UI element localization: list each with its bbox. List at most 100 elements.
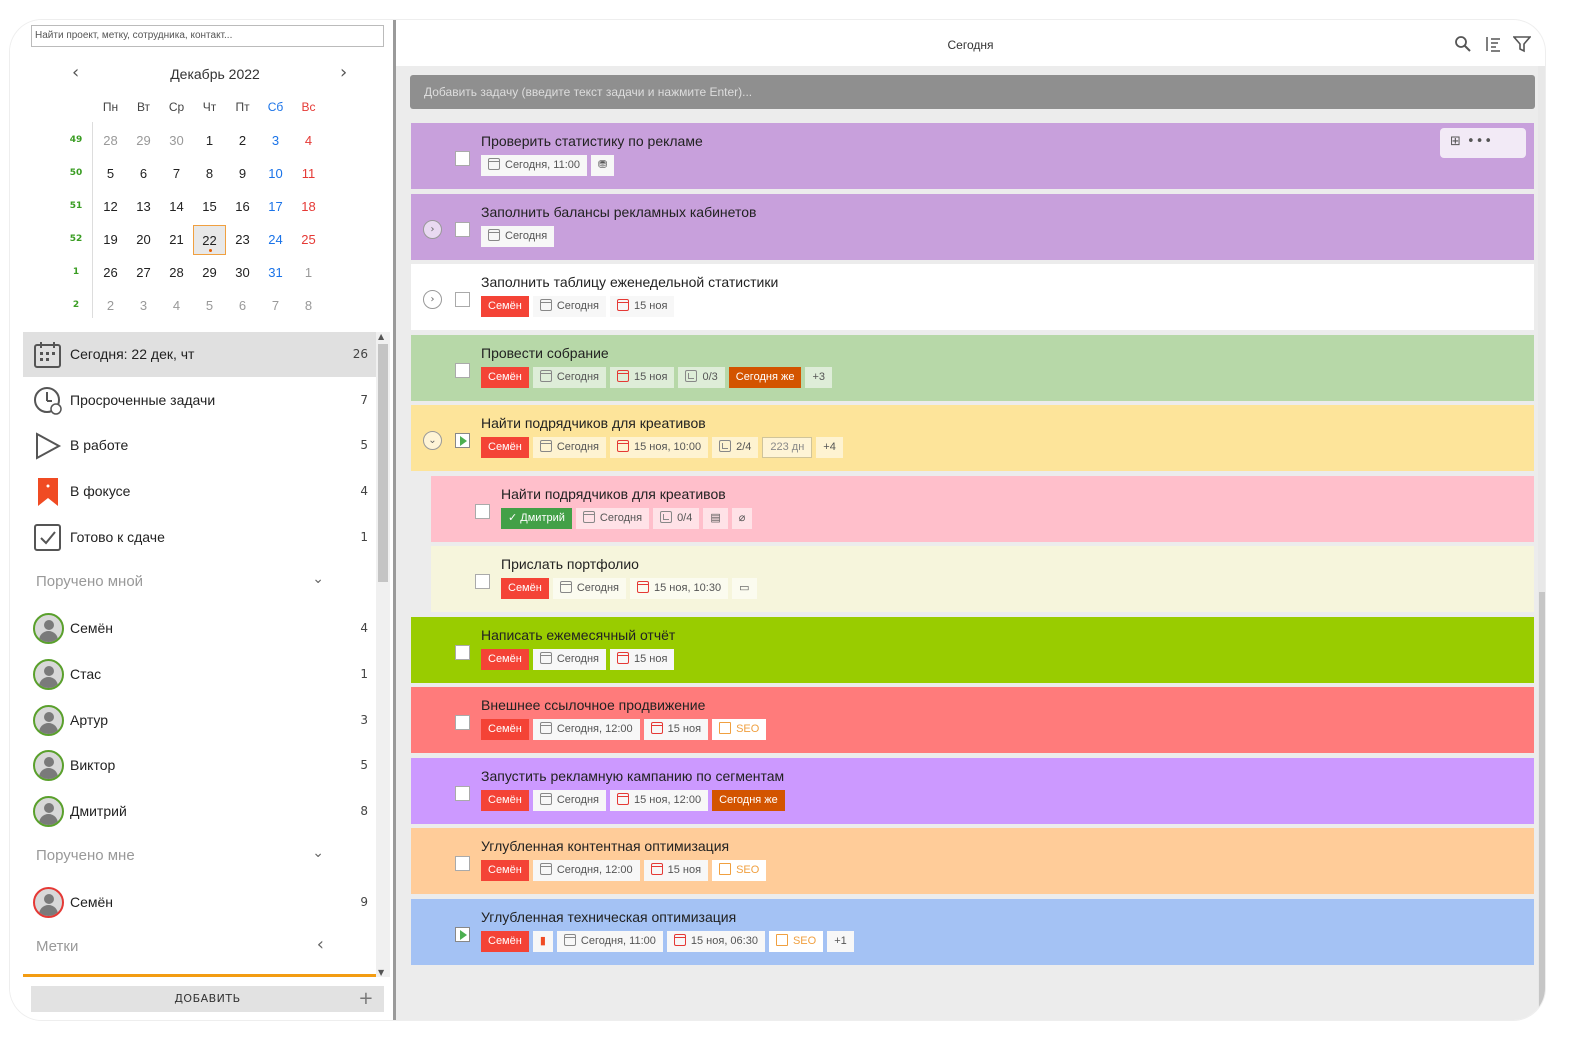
calendar-day[interactable]: 25 [292, 225, 325, 255]
calendar-day[interactable]: 4 [292, 126, 325, 156]
tag-date[interactable]: Сегодня [532, 649, 606, 670]
add-subtask-icon[interactable]: ⊞ [1450, 134, 1462, 149]
calendar-day[interactable]: 1 [193, 126, 226, 156]
calendar-day[interactable]: 26 [94, 258, 127, 288]
calendar-day[interactable]: 8 [193, 159, 226, 189]
subtask-row[interactable]: Найти подрядчиков для креативов ✓ Дмитри… [431, 476, 1534, 542]
task-row[interactable]: › Заполнить балансы рекламных кабинетов … [411, 194, 1534, 260]
comment-icon[interactable]: ▭ [732, 578, 757, 599]
calendar-day[interactable]: 3 [127, 291, 160, 321]
recurring-icon[interactable]: ⛃ [590, 155, 615, 176]
tag-date[interactable]: Сегодня [532, 790, 606, 811]
tag-deadline[interactable]: 15 ноя [643, 719, 709, 740]
add-task-input[interactable]: Добавить задачу (введите текст задачи и … [410, 75, 1535, 109]
add-button[interactable]: ДОБАВИТЬ + [31, 986, 384, 1012]
tag-date[interactable]: Сегодня, 12:00 [532, 719, 640, 740]
calendar-day[interactable]: 20 [127, 225, 160, 255]
right-scrollbar[interactable] [1538, 66, 1545, 1020]
chevron-down-icon[interactable]: ⌄ [312, 845, 324, 861]
task-checkbox[interactable] [475, 574, 490, 589]
search-icon[interactable] [1454, 35, 1472, 53]
tag-deadline[interactable]: 15 ноя, 10:30 [630, 578, 729, 599]
note-icon[interactable]: ▤ [703, 508, 728, 529]
calendar-day[interactable]: 2 [226, 126, 259, 156]
chevron-down-icon[interactable]: ⌄ [423, 431, 442, 450]
search-input[interactable]: Найти проект, метку, сотрудника, контакт… [31, 25, 384, 47]
calendar-day[interactable]: 10 [259, 159, 292, 189]
nav-overdue[interactable]: Просроченные задачи 7 [23, 378, 376, 423]
tag-assignee[interactable]: Семён [481, 367, 529, 388]
calendar-day[interactable]: 6 [226, 291, 259, 321]
filter-icon[interactable] [1513, 35, 1531, 53]
tag-date[interactable]: Сегодня [532, 296, 606, 317]
bookmark-icon[interactable]: ▮ [532, 931, 553, 952]
tag-assignee[interactable]: Семён [481, 860, 529, 881]
task-checkbox[interactable] [455, 363, 470, 378]
calendar-day[interactable]: 15 [193, 192, 226, 222]
section-assigned-by-me[interactable]: Поручено мной ⌄ [23, 563, 376, 603]
calendar-day[interactable]: 28 [94, 126, 127, 156]
tag-deadline[interactable]: 15 ноя, 12:00 [610, 790, 709, 811]
calendar-day[interactable]: 7 [259, 291, 292, 321]
task-row[interactable]: Внешнее ссылочное продвижение Семён Сегод… [411, 687, 1534, 753]
calendar-day[interactable]: 5 [94, 159, 127, 189]
calendar-next-icon[interactable]: › [340, 64, 347, 82]
more-icon[interactable]: ••• [1467, 134, 1493, 149]
section-assigned-to-me[interactable]: Поручено мне ⌄ [23, 837, 376, 877]
calendar-day[interactable]: 29 [127, 126, 160, 156]
calendar-day[interactable]: 12 [94, 192, 127, 222]
calendar-day[interactable]: 5 [193, 291, 226, 321]
task-checkbox[interactable] [455, 292, 470, 307]
nav-inwork[interactable]: В работе 5 [23, 423, 376, 468]
scroll-up-icon[interactable]: ▲ [378, 332, 384, 341]
task-row[interactable]: Провести собрание Семён Сегодня 15 ноя 0/3 С… [411, 335, 1534, 401]
attachment-icon[interactable]: ⌀ [731, 508, 753, 529]
calendar-day[interactable]: 31 [259, 258, 292, 288]
tag-deadline[interactable]: 15 ноя [643, 860, 709, 881]
calendar-day[interactable]: 1 [292, 258, 325, 288]
person-dmitry[interactable]: Дмитрий 8 [23, 789, 376, 834]
task-play-checkbox[interactable] [455, 927, 470, 942]
tag-deadline[interactable]: 15 ноя [610, 649, 675, 670]
task-play-checkbox[interactable] [455, 433, 470, 448]
task-row[interactable]: Запустить рекламную кампанию по сегмента… [411, 758, 1534, 824]
tag-more[interactable]: +1 [827, 931, 854, 952]
tag-assignee[interactable]: Семён [481, 719, 529, 740]
tag-date[interactable]: Сегодня [532, 437, 606, 458]
tag-assignee[interactable]: Семён [481, 296, 529, 317]
calendar-day[interactable]: 3 [259, 126, 292, 156]
scroll-down-icon[interactable]: ▼ [378, 968, 384, 977]
calendar-day[interactable]: 21 [160, 225, 193, 255]
calendar-day[interactable]: 22 [193, 225, 226, 255]
task-row[interactable]: Написать ежемесячный отчёт Семён Сегодня 1… [411, 617, 1534, 683]
tag-project[interactable]: SEO [712, 860, 767, 881]
calendar-day[interactable]: 4 [160, 291, 193, 321]
calendar-day[interactable]: 30 [226, 258, 259, 288]
sort-icon[interactable] [1484, 35, 1502, 53]
tag-assignee[interactable]: Семён [501, 578, 549, 599]
tag-assignee[interactable]: Семён [481, 931, 529, 952]
calendar-day[interactable]: 23 [226, 225, 259, 255]
task-checkbox[interactable] [455, 786, 470, 801]
chevron-left-icon[interactable]: ‹ [317, 934, 324, 955]
tag-checklist[interactable]: 0/3 [678, 367, 725, 388]
tag-date[interactable]: Сегодня [575, 508, 650, 529]
calendar-day[interactable]: 30 [160, 126, 193, 156]
section-tags[interactable]: Метки ‹ [23, 928, 376, 968]
calendar-day[interactable]: 7 [160, 159, 193, 189]
tag-assignee[interactable]: Семён [481, 790, 529, 811]
person-semyon-to-me[interactable]: Семён 9 [23, 880, 376, 925]
task-row[interactable]: ⌄ Найти подрядчиков для креативов Семён С… [411, 405, 1534, 471]
task-checkbox[interactable] [455, 856, 470, 871]
person-artur[interactable]: Артур 3 [23, 698, 376, 743]
tag-deadline[interactable]: 15 ноя, 06:30 [666, 931, 765, 952]
tag-checklist[interactable]: 0/4 [653, 508, 700, 529]
task-checkbox[interactable] [455, 645, 470, 660]
left-scrollbar[interactable]: ▲ ▼ [376, 332, 390, 977]
calendar-day[interactable]: 16 [226, 192, 259, 222]
tag-date[interactable]: Сегодня, 12:00 [532, 860, 640, 881]
tag-label[interactable]: Сегодня же [712, 790, 785, 811]
task-checkbox[interactable] [455, 151, 470, 166]
person-semyon[interactable]: Семён 4 [23, 606, 376, 651]
calendar-day[interactable]: 8 [292, 291, 325, 321]
